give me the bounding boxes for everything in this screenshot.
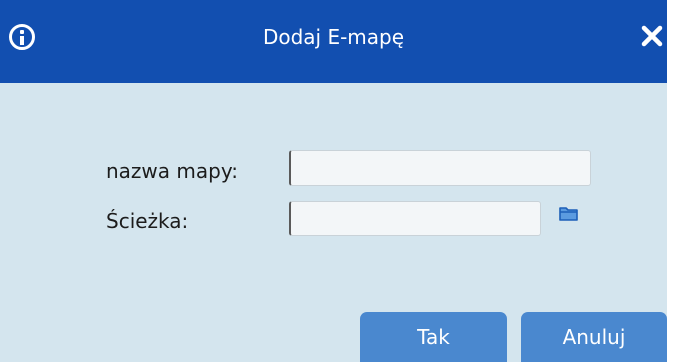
dialog-titlebar: Dodaj E-mapę (0, 0, 667, 83)
path-input[interactable] (289, 201, 541, 236)
folder-icon[interactable] (558, 204, 580, 224)
cancel-button[interactable]: Anuluj (521, 312, 667, 362)
ok-button[interactable]: Tak (360, 312, 507, 362)
map-name-label: nazwa mapy: (106, 159, 238, 183)
map-name-input[interactable] (289, 150, 591, 186)
close-icon[interactable] (640, 24, 664, 48)
path-label: Ścieżka: (106, 209, 189, 233)
add-emap-dialog: Dodaj E-mapę nazwa mapy: Ścieżka: Tak An… (0, 0, 667, 362)
dialog-title: Dodaj E-mapę (262, 25, 405, 49)
